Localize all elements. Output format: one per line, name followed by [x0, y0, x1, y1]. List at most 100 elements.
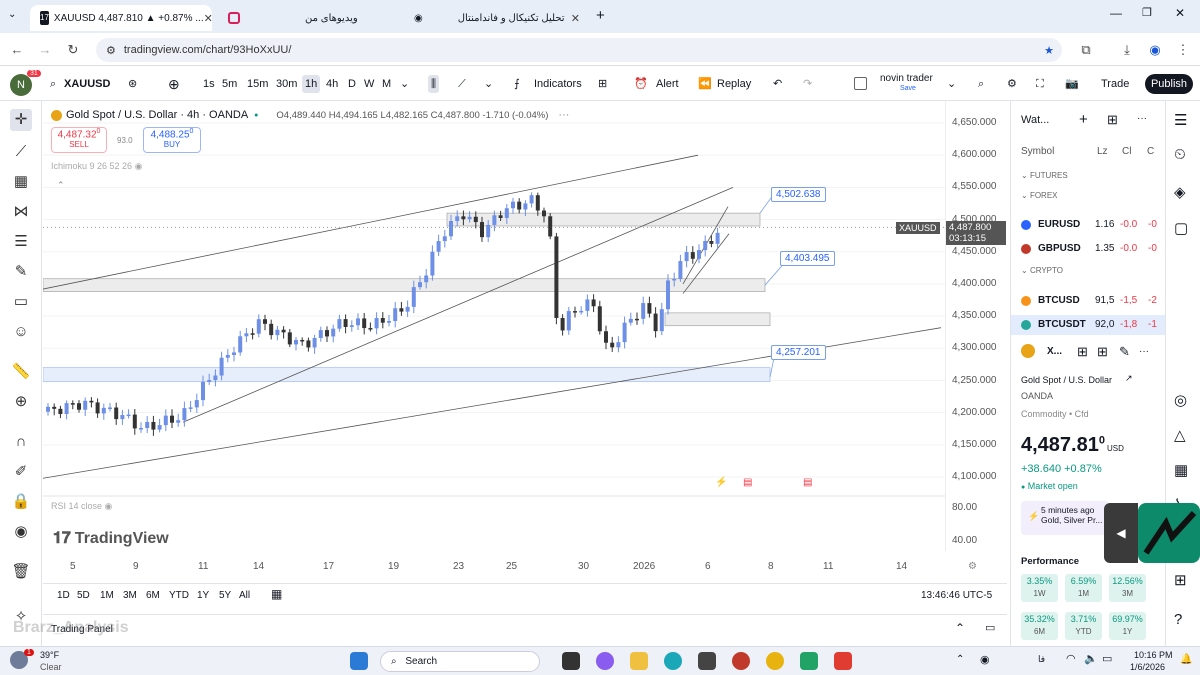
trade-button[interactable]: Trade: [1101, 75, 1129, 93]
sell-button[interactable]: 4,487.320 SELL: [51, 127, 107, 153]
alert-button[interactable]: Alert: [656, 75, 679, 93]
magnet-icon[interactable]: ∩: [10, 431, 32, 453]
close-icon[interactable]: ✕: [571, 12, 580, 25]
user-avatar[interactable]: N: [10, 74, 32, 96]
watchlist-title[interactable]: Wat...: [1021, 114, 1049, 126]
indicator-ichimoku[interactable]: Ichimoku 9 26 52 26 ◉: [51, 161, 142, 172]
detail-name[interactable]: Gold Spot / U.S. Dollar: [1021, 375, 1112, 385]
camtasia-green-icon[interactable]: [800, 652, 818, 670]
layout-dropdown-icon[interactable]: ⌄: [947, 75, 956, 93]
section-futures[interactable]: ⌄ FUTURES: [1021, 171, 1068, 180]
help-icon[interactable]: ?: [1174, 611, 1182, 628]
back-icon[interactable]: ←: [8, 41, 26, 59]
grid-icon[interactable]: ⊞: [1077, 344, 1088, 360]
taskbar-time[interactable]: 10:16 PM: [1134, 650, 1173, 660]
range-ytd[interactable]: YTD: [169, 590, 189, 601]
compare-icon[interactable]: ⊛: [128, 75, 137, 93]
replay-icon[interactable]: ⏪: [698, 75, 712, 93]
ideas-icon[interactable]: △: [1174, 426, 1186, 444]
annotation-label-3[interactable]: 4,257.201: [771, 345, 826, 360]
range-1y[interactable]: 1Y: [197, 590, 209, 601]
maximize-panel-icon[interactable]: ▭: [985, 621, 995, 634]
layout-checkbox[interactable]: [854, 77, 867, 90]
add-symbol-icon[interactable]: ⊕: [168, 75, 180, 93]
more-icon[interactable]: ···: [558, 109, 569, 121]
templates-icon[interactable]: ⊞: [598, 75, 607, 93]
ruler-icon[interactable]: 📏: [10, 361, 32, 383]
maximize-icon[interactable]: ❐: [1142, 6, 1152, 19]
buy-button[interactable]: 4,488.250 BUY: [143, 127, 201, 153]
watchlist-row[interactable]: BTCUSDT 92,0 -1,8 -1: [1011, 315, 1166, 335]
range-5y[interactable]: 5Y: [219, 590, 231, 601]
event-flag-icon[interactable]: ▤: [743, 477, 752, 488]
publish-button[interactable]: Publish: [1145, 74, 1193, 94]
file-explorer-icon[interactable]: [630, 652, 648, 670]
external-link-icon[interactable]: ↗: [1125, 373, 1133, 384]
interval-15m[interactable]: 15m: [247, 75, 268, 93]
price-axis[interactable]: 4,650.000 4,600.000 4,550.000 4,500.000 4,45…: [896, 101, 1007, 551]
trash-icon[interactable]: 🗑: [10, 561, 32, 583]
edge-icon[interactable]: [664, 652, 682, 670]
target-icon[interactable]: ◎: [1174, 391, 1187, 409]
trendline-icon[interactable]: ⟋: [10, 141, 32, 163]
taskbar-search[interactable]: ⌕ Search: [380, 651, 540, 672]
indicator-rsi[interactable]: RSI 14 close ◉: [51, 501, 112, 512]
chart-pane[interactable]: Gold Spot / U.S. Dollar · 4h · OANDA ● O…: [43, 101, 945, 551]
tab-tradingview[interactable]: 17 XAUUSD 4,487.810 ▲ +0.87% ... ✕: [30, 5, 212, 31]
interval-w[interactable]: W: [364, 75, 374, 93]
wifi-icon[interactable]: ◠: [1066, 652, 1076, 665]
layers-icon[interactable]: ◈: [1174, 183, 1186, 201]
candles-icon[interactable]: ⫼: [428, 75, 440, 93]
copilot-icon[interactable]: [596, 652, 614, 670]
lock-icon[interactable]: 🔒: [10, 491, 32, 513]
watchlist-icon[interactable]: ☰: [1174, 111, 1187, 129]
collapse-legend-icon[interactable]: ⌃: [57, 180, 65, 191]
zoom-icon[interactable]: ⊕: [10, 391, 32, 413]
tab-my-videos[interactable]: ویدیوهای من: [218, 5, 398, 31]
event-flash-icon[interactable]: ⚡: [715, 477, 727, 488]
fullscreen-icon[interactable]: ⛶: [1036, 75, 1044, 93]
performance-cell[interactable]: 69.97% 1Y: [1109, 612, 1146, 640]
forecast-icon[interactable]: ☰: [10, 231, 32, 253]
interval-4h[interactable]: 4h: [326, 75, 338, 93]
symbol-search[interactable]: XAUUSD: [64, 75, 110, 93]
axis-settings-icon[interactable]: ⚙: [968, 561, 977, 572]
menu-icon[interactable]: ⋮: [1174, 41, 1192, 59]
line-chart-icon[interactable]: ⟋: [458, 75, 466, 93]
layout-icon[interactable]: ⊞: [1097, 344, 1108, 360]
edit-icon[interactable]: ✎: [1119, 344, 1130, 360]
interval-5m[interactable]: 5m: [222, 75, 237, 93]
range-all[interactable]: All: [239, 590, 250, 601]
range-3m[interactable]: 3M: [123, 590, 137, 601]
minimize-icon[interactable]: —: [1110, 6, 1122, 20]
volume-icon[interactable]: 🔈: [1084, 652, 1098, 665]
forward-icon[interactable]: →: [36, 41, 54, 59]
more-icon[interactable]: ···: [1139, 346, 1149, 357]
range-1d[interactable]: 1D: [57, 590, 70, 601]
extensions-icon[interactable]: ⧉: [1077, 41, 1095, 59]
interval-1s[interactable]: 1s: [203, 75, 215, 93]
eye-icon[interactable]: ◉: [135, 161, 143, 171]
col-symbol[interactable]: Symbol: [1021, 146, 1054, 157]
tray-chevron-icon[interactable]: ⌃: [956, 654, 964, 665]
taskbar-date[interactable]: 1/6/2026: [1130, 662, 1165, 672]
calendar-icon[interactable]: ▦: [1174, 461, 1188, 479]
undo-icon[interactable]: ↶: [773, 75, 782, 93]
replay-button[interactable]: Replay: [717, 75, 751, 93]
watchlist-row[interactable]: GBPUSD 1.35 -0.0 -0: [1011, 239, 1166, 259]
annotation-label-1[interactable]: 4,502.638: [771, 187, 826, 202]
col-last[interactable]: Lz: [1097, 146, 1108, 157]
crosshair-icon[interactable]: ✛: [10, 109, 32, 131]
start-icon[interactable]: [350, 652, 368, 670]
detail-symbol[interactable]: X...: [1047, 346, 1062, 357]
chrome-icon[interactable]: [766, 652, 784, 670]
settings-icon[interactable]: ⚙: [1007, 75, 1017, 93]
performance-cell[interactable]: 6.59% 1M: [1065, 574, 1102, 602]
col-chg[interactable]: Cl: [1122, 146, 1131, 157]
calculator-icon[interactable]: [698, 652, 716, 670]
indicators-button[interactable]: Indicators: [534, 75, 582, 93]
alert-icon[interactable]: ⏰: [634, 75, 648, 93]
notification-icon[interactable]: 🔔: [1180, 654, 1192, 665]
bookmark-star-icon[interactable]: ★: [1044, 44, 1054, 57]
symbol-search-icon[interactable]: ⌕: [50, 75, 56, 93]
